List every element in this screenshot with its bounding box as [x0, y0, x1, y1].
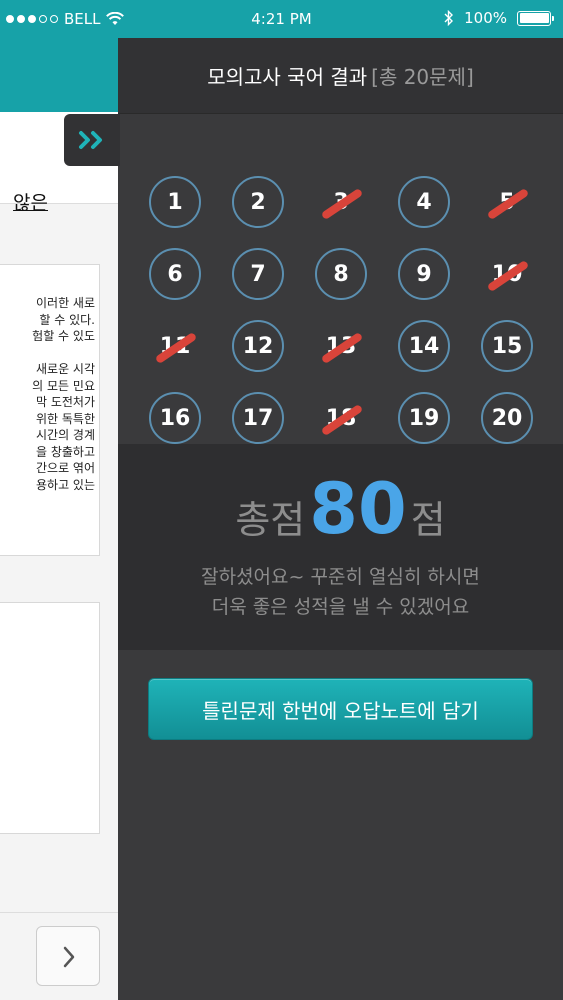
drawer-toggle-button[interactable] — [64, 114, 120, 166]
passage-line: 험할 수 있도 — [32, 329, 95, 343]
next-page-button[interactable] — [36, 926, 100, 986]
passage-text: 이러한 새로할 수 있다. 험할 수 있도새로운 시각의 모든 민요막 도전처가위… — [0, 295, 95, 493]
question-number: 1 — [167, 189, 183, 215]
chevron-right-icon — [63, 946, 75, 968]
passage-line: 할 수 있다. — [39, 312, 95, 327]
passage-line — [0, 345, 95, 362]
question-number: 9 — [416, 261, 432, 287]
question-number: 19 — [408, 405, 440, 431]
bluetooth-icon — [444, 10, 454, 26]
drawer-header: 모의고사 국어 결과 [총 20문제] — [118, 38, 563, 114]
passage-line: 막 도전처가 — [35, 395, 95, 409]
drawer-subtitle: [총 20문제] — [371, 65, 474, 89]
question-number: 6 — [167, 261, 183, 287]
question-number: 7 — [250, 261, 266, 287]
score-message-line-2: 더욱 좋은 성적을 낼 수 있겠어요 — [211, 596, 470, 618]
question-10-button[interactable]: 10 — [481, 248, 533, 300]
score-message-line-1: 잘하셨어요~ 꾸준히 열심히 하시면 — [201, 566, 480, 588]
question-1-button[interactable]: 1 — [149, 176, 201, 228]
question-5-button[interactable]: 5 — [481, 176, 533, 228]
question-20-button[interactable]: 20 — [481, 392, 533, 444]
status-right: 100% — [444, 9, 554, 27]
passage-line: 을 창출하고 — [35, 444, 95, 459]
score-prefix: 총점 — [235, 498, 306, 542]
passage-line: 위한 독특한 — [35, 411, 95, 426]
question-11-button[interactable]: 11 — [149, 320, 201, 372]
passage-box: 이러한 새로할 수 있다. 험할 수 있도새로운 시각의 모든 민요막 도전처가위… — [0, 264, 100, 556]
save-wrong-answers-button[interactable]: 틀린문제 한번에 오답노트에 담기 — [148, 678, 533, 740]
status-bar: BELL 4:21 PM 100% — [0, 0, 563, 38]
battery-icon — [517, 10, 554, 26]
question-3-button[interactable]: 3 — [315, 176, 367, 228]
passage-line: 새로운 시각 — [35, 362, 95, 376]
answer-box — [0, 602, 100, 834]
question-18-button[interactable]: 18 — [315, 392, 367, 444]
passage-line: 이러한 새로 — [35, 296, 95, 310]
passage-line: 간으로 엮어 — [35, 461, 95, 475]
question-number: 20 — [491, 405, 523, 431]
question-12-button[interactable]: 12 — [232, 320, 284, 372]
question-number: 15 — [491, 333, 523, 359]
question-4-button[interactable]: 4 — [398, 176, 450, 228]
question-15-button[interactable]: 15 — [481, 320, 533, 372]
score-line: 총점 80 점 — [118, 474, 563, 544]
question-16-button[interactable]: 16 — [149, 392, 201, 444]
question-19-button[interactable]: 19 — [398, 392, 450, 444]
question-number: 14 — [408, 333, 440, 359]
question-grid: 1234567891011121314151617181920 — [118, 114, 563, 444]
question-number: 8 — [333, 261, 349, 287]
question-number: 2 — [250, 189, 266, 215]
exam-page-background: 않은 이러한 새로할 수 있다. 험할 수 있도새로운 시각의 모든 민요막 도전… — [0, 38, 118, 1000]
score-message: 잘하셨어요~ 꾸준히 열심히 하시면 더욱 좋은 성적을 낼 수 있겠어요 — [118, 562, 563, 622]
question-13-button[interactable]: 13 — [315, 320, 367, 372]
drawer-title: 모의고사 국어 결과 — [207, 65, 368, 89]
question-8-button[interactable]: 8 — [315, 248, 367, 300]
battery-percent: 100% — [464, 9, 507, 27]
passage-line: 의 모든 민요 — [32, 378, 95, 393]
passage-line: 시간의 경계 — [35, 428, 95, 442]
question-2-button[interactable]: 2 — [232, 176, 284, 228]
score-value: 80 — [309, 468, 407, 550]
exam-page-header-bar — [0, 38, 118, 112]
question-14-button[interactable]: 14 — [398, 320, 450, 372]
question-number: 4 — [416, 189, 432, 215]
question-text-fragment: 않은 — [13, 192, 48, 214]
question-7-button[interactable]: 7 — [232, 248, 284, 300]
question-9-button[interactable]: 9 — [398, 248, 450, 300]
double-chevron-right-icon — [79, 131, 102, 149]
result-drawer: 모의고사 국어 결과 [총 20문제] 12345678910111213141… — [118, 38, 563, 1000]
passage-line: 용하고 있는 — [35, 477, 95, 492]
question-17-button[interactable]: 17 — [232, 392, 284, 444]
question-number: 12 — [242, 333, 274, 359]
question-6-button[interactable]: 6 — [149, 248, 201, 300]
score-suffix: 점 — [410, 498, 446, 542]
score-panel: 총점 80 점 잘하셨어요~ 꾸준히 열심히 하시면 더욱 좋은 성적을 낼 수… — [118, 444, 563, 650]
question-number: 17 — [242, 405, 274, 431]
question-number: 16 — [159, 405, 191, 431]
